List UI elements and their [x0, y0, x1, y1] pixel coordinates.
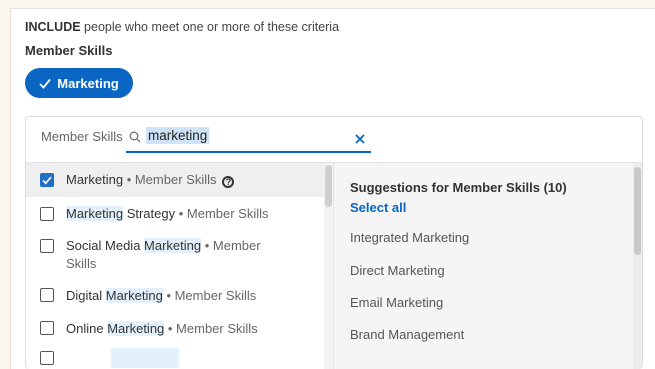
- result-type-cont: Skills: [66, 256, 97, 271]
- result-prefix: Social Media: [66, 238, 145, 253]
- checkbox[interactable]: [40, 239, 54, 253]
- result-highlight-partial: [111, 348, 179, 368]
- clear-search-icon[interactable]: [355, 131, 365, 149]
- search-facet-label: Member Skills: [41, 129, 123, 144]
- search-input-underline: [126, 151, 371, 153]
- suggestion-item[interactable]: Email Marketing: [350, 295, 443, 310]
- result-prefix: Digital: [66, 288, 106, 303]
- search-row: Member Skills marketing: [26, 117, 642, 163]
- checkbox[interactable]: [40, 288, 54, 302]
- result-label: Digital Marketing • Member Skills: [66, 287, 256, 305]
- results-list: Marketing • Member Skills? Marketing Str…: [26, 163, 333, 369]
- result-item-social-media-marketing[interactable]: Social Media Marketing • Member Skills: [26, 235, 324, 279]
- checkbox[interactable]: [40, 321, 54, 335]
- include-description: people who meet one or more of these cri…: [80, 20, 340, 34]
- result-label: Social Media Marketing • Member Skills: [66, 237, 261, 273]
- skill-search-dropdown: Member Skills marketing Marketing • Memb…: [25, 116, 643, 369]
- result-match-text: Marketing: [105, 288, 163, 303]
- result-item-partial[interactable]: [26, 348, 324, 368]
- result-type: • Member Skills: [175, 206, 269, 221]
- search-input[interactable]: marketing: [146, 127, 210, 144]
- suggestions-scrollbar[interactable]: [633, 163, 642, 369]
- result-type: • Member Skills: [123, 172, 217, 187]
- checkbox-checked[interactable]: [40, 173, 54, 187]
- result-match-text: Marketing: [107, 321, 165, 336]
- pill-label: Marketing: [57, 75, 119, 91]
- result-prefix: Online: [66, 321, 108, 336]
- result-item-marketing[interactable]: Marketing • Member Skills?: [26, 163, 324, 197]
- suggestion-item[interactable]: Brand Management: [350, 327, 464, 342]
- result-label: Online Marketing • Member Skills: [66, 320, 258, 338]
- checkmark-icon: [39, 78, 51, 89]
- result-item-marketing-strategy[interactable]: Marketing Strategy • Member Skills: [26, 201, 324, 233]
- result-match-text: Marketing: [144, 238, 202, 253]
- checkbox[interactable]: [40, 207, 54, 221]
- help-icon[interactable]: ?: [222, 176, 235, 188]
- result-type: • Member Skills: [162, 288, 257, 303]
- suggestion-item[interactable]: Direct Marketing: [350, 263, 445, 278]
- results-scrollbar[interactable]: [324, 163, 333, 369]
- result-match-text: Marketing: [66, 172, 124, 187]
- suggestion-item[interactable]: Integrated Marketing: [350, 230, 469, 245]
- suggestions-panel: Suggestions for Member Skills (10) Selec…: [334, 163, 642, 369]
- suggestions-title: Suggestions for Member Skills (10): [350, 180, 567, 195]
- search-icon: [129, 130, 141, 148]
- selected-skill-pill-marketing[interactable]: Marketing: [25, 68, 133, 98]
- result-item-digital-marketing[interactable]: Digital Marketing • Member Skills: [26, 283, 324, 315]
- result-match-text: Marketing: [66, 206, 124, 221]
- result-label: Marketing Strategy • Member Skills: [66, 205, 269, 223]
- result-name-rest: Strategy: [123, 206, 176, 221]
- result-label: Marketing • Member Skills?: [66, 171, 235, 189]
- section-title: Member Skills: [25, 43, 113, 58]
- result-type: • Member: [201, 238, 261, 253]
- include-criteria-text: INCLUDE people who meet one or more of t…: [25, 20, 339, 34]
- include-keyword: INCLUDE: [25, 20, 81, 34]
- checkbox[interactable]: [40, 351, 54, 365]
- suggestions-scrollbar-thumb[interactable]: [634, 167, 641, 255]
- select-all-link[interactable]: Select all: [350, 200, 406, 215]
- result-item-online-marketing[interactable]: Online Marketing • Member Skills: [26, 316, 324, 348]
- result-type: • Member Skills: [164, 321, 258, 336]
- results-scrollbar-thumb[interactable]: [325, 165, 332, 207]
